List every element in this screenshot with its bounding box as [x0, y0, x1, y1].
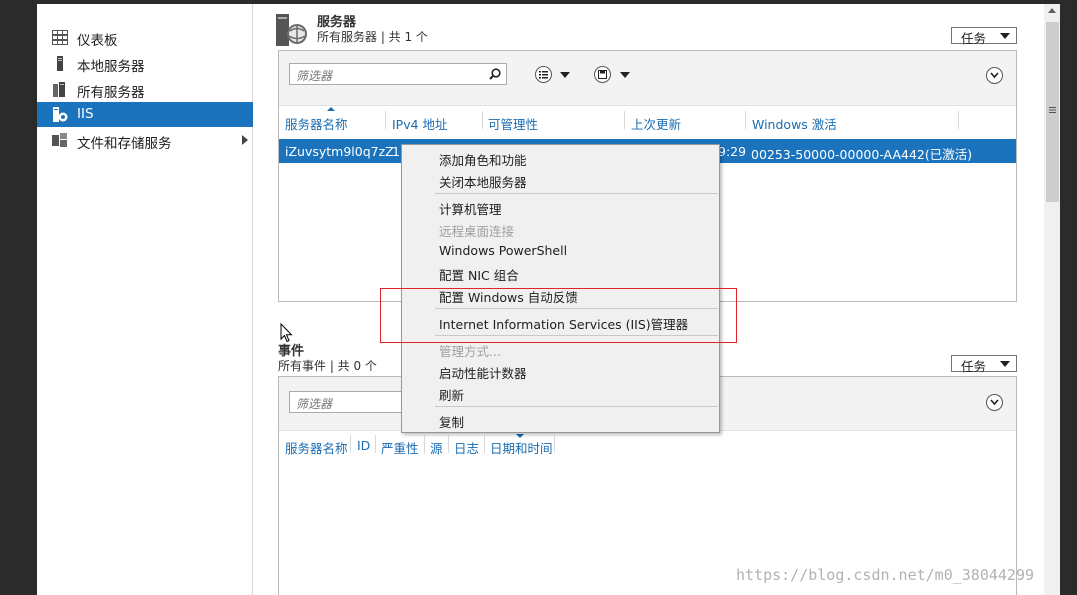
column-header-server-name[interactable]: 服务器名称 — [285, 114, 348, 133]
menu-separator — [435, 406, 718, 407]
watermark: https://blog.csdn.net/m0_38044299 — [736, 566, 1035, 584]
menu-item-add-roles[interactable]: 添加角色和功能 — [439, 150, 527, 169]
sidebar-item-local-server[interactable]: 本地服务器 — [37, 51, 253, 76]
menu-item-nic-teaming[interactable]: 配置 NIC 组合 — [439, 265, 519, 284]
column-separator — [424, 435, 425, 453]
servers-filter-input[interactable]: 筛选器 — [289, 63, 507, 85]
column-header-server-name[interactable]: 服务器名称 — [285, 438, 348, 457]
dashboard-icon — [52, 30, 68, 45]
servers-section-icon — [276, 14, 307, 46]
sidebar-item-label: IIS — [77, 106, 94, 122]
sidebar-item-label: 仪表板 — [77, 33, 118, 49]
expand-arrow-icon[interactable] — [242, 135, 248, 145]
cell-server-name: iZuvsytm9l0q7zZ — [285, 144, 394, 159]
file-storage-icon — [52, 133, 67, 147]
events-section-subtitle: 所有事件 | 共 0 个 — [278, 359, 377, 373]
column-separator — [375, 435, 376, 453]
column-separator — [624, 111, 625, 129]
menu-item-remote-desktop: 远程桌面连接 — [439, 224, 515, 239]
tasks-button-label: 任务 — [961, 31, 987, 46]
chevron-down-icon — [1000, 33, 1010, 39]
menu-item-powershell[interactable]: Windows PowerShell — [439, 243, 567, 258]
sidebar-item-iis[interactable]: IIS — [37, 102, 253, 127]
menu-item-copy[interactable]: 复制 — [439, 412, 464, 431]
mouse-cursor-icon — [280, 323, 293, 343]
sidebar-item-file-storage[interactable]: 文件和存储服务 — [37, 128, 253, 153]
menu-item-refresh[interactable]: 刷新 — [439, 385, 464, 404]
column-header-windows-activation[interactable]: Windows 激活 — [752, 114, 837, 133]
cell-activation: 00253-50000-00000-AA442(已激活) — [751, 147, 973, 162]
menu-item-computer-management[interactable]: 计算机管理 — [439, 199, 502, 218]
column-header-source[interactable]: 源 — [430, 438, 443, 457]
all-servers-icon — [53, 82, 65, 97]
column-separator — [385, 111, 386, 129]
save-icon — [598, 70, 607, 79]
column-separator — [482, 111, 483, 129]
column-header-ipv4[interactable]: IPv4 地址 — [392, 114, 448, 133]
scroll-up-arrow-icon[interactable] — [1048, 8, 1056, 13]
column-separator — [448, 435, 449, 453]
menu-separator — [435, 193, 718, 194]
servers-section-subtitle: 所有服务器 | 共 1 个 — [317, 30, 428, 44]
column-header-id[interactable]: ID — [357, 438, 370, 453]
chevron-down-icon — [990, 399, 999, 406]
menu-item-manage-as: 管理方式... — [439, 344, 501, 359]
sidebar-item-label: 文件和存储服务 — [77, 136, 172, 152]
sidebar-item-label: 所有服务器 — [77, 85, 145, 101]
servers-column-headers: 服务器名称 IPv4 地址 可管理性 上次更新 Windows 激活 — [279, 107, 1016, 137]
tasks-button-label: 任务 — [961, 359, 987, 374]
sidebar: 仪表板 本地服务器 所有服务器 IIS 文件和存储服务 — [37, 4, 253, 595]
local-server-icon — [57, 56, 63, 71]
filter-placeholder: 筛选器 — [296, 69, 333, 83]
column-header-severity[interactable]: 严重性 — [381, 438, 419, 457]
sidebar-item-all-servers[interactable]: 所有服务器 — [37, 77, 253, 102]
cell-last-update: 9:29 — [718, 144, 747, 159]
list-icon — [539, 71, 548, 79]
search-icon[interactable] — [489, 68, 501, 80]
scrollbar-thumb[interactable] — [1046, 22, 1059, 202]
iis-icon — [53, 107, 68, 122]
column-separator — [745, 111, 746, 129]
menu-item-start-performance-counters[interactable]: 启动性能计数器 — [439, 363, 527, 382]
sort-indicator-icon — [327, 107, 335, 111]
menu-item-shutdown-local-server[interactable]: 关闭本地服务器 — [439, 172, 527, 191]
column-separator — [484, 435, 485, 453]
sidebar-item-dashboard[interactable]: 仪表板 — [37, 25, 253, 50]
save-query-button[interactable] — [594, 66, 611, 83]
column-header-manageability[interactable]: 可管理性 — [488, 114, 538, 133]
collapse-panel-button[interactable] — [986, 394, 1003, 411]
servers-tasks-button[interactable]: 任务 — [951, 27, 1017, 46]
window-frame-left — [0, 0, 37, 595]
column-header-last-update[interactable]: 上次更新 — [631, 114, 681, 133]
chevron-down-icon[interactable] — [620, 72, 630, 78]
events-tasks-button[interactable]: 任务 — [951, 355, 1017, 374]
highlight-annotation-box — [380, 288, 737, 343]
collapse-panel-button[interactable] — [986, 67, 1003, 84]
column-separator — [350, 435, 351, 453]
column-separator — [958, 111, 959, 129]
column-header-log[interactable]: 日志 — [454, 438, 479, 457]
chevron-down-icon — [990, 72, 999, 79]
sort-indicator-icon — [516, 434, 524, 438]
events-column-headers: 服务器名称 ID 严重性 源 日志 日期和时间 — [279, 432, 1016, 458]
grip-icon — [1049, 107, 1056, 113]
list-view-button[interactable] — [535, 66, 552, 83]
chevron-down-icon — [1000, 361, 1010, 367]
column-separator — [554, 435, 555, 453]
filter-placeholder: 筛选器 — [296, 397, 333, 411]
column-header-date-time[interactable]: 日期和时间 — [490, 438, 553, 457]
window-frame-right — [1060, 0, 1077, 595]
sidebar-item-label: 本地服务器 — [77, 59, 145, 75]
chevron-down-icon[interactable] — [560, 72, 570, 78]
